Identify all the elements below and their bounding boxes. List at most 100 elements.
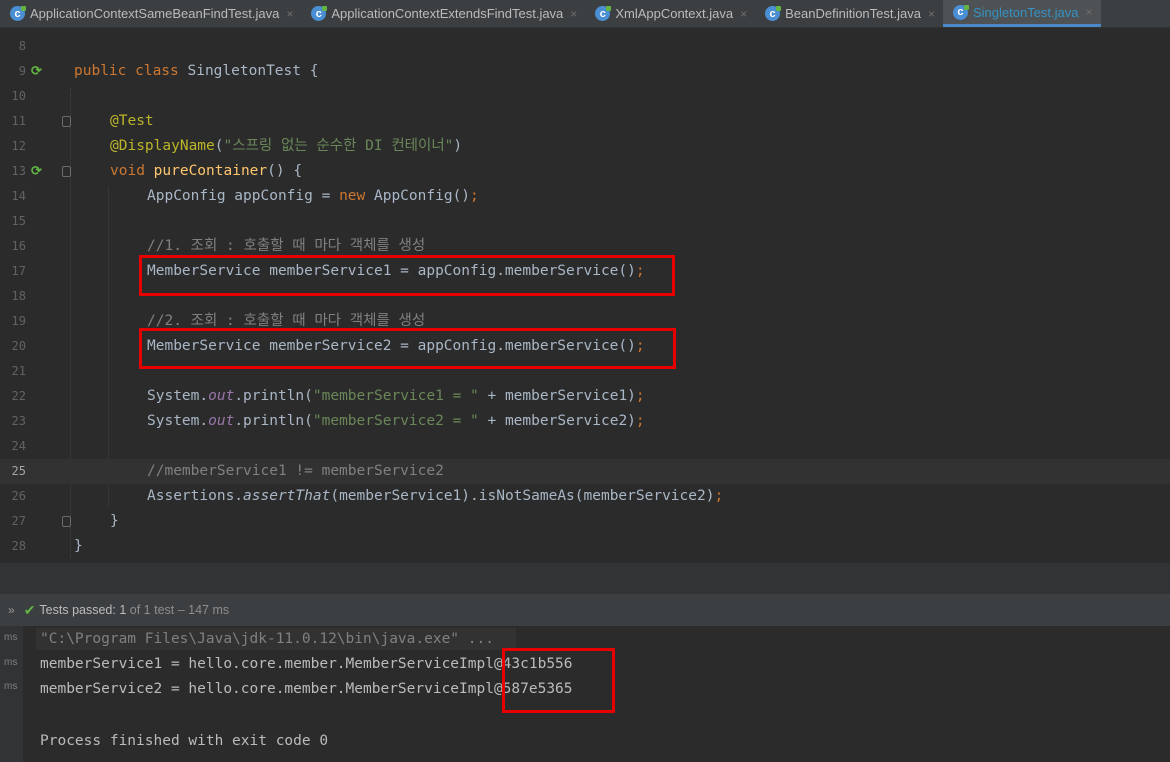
java-class-icon: c (311, 6, 328, 21)
tab-label: BeanDefinitionTest.java (785, 6, 921, 21)
static-field: out (208, 388, 235, 404)
highlight-box-line20 (139, 328, 676, 369)
java-class-icon: c (765, 6, 782, 21)
tab-bean-definition-test[interactable]: c BeanDefinitionTest.java × (755, 0, 943, 27)
semicolon: ; (635, 388, 645, 404)
line-number: 10 (11, 89, 26, 103)
tab-singleton-test[interactable]: c SingletonTest.java × (942, 0, 1101, 27)
highlight-box-line17 (139, 255, 675, 296)
code-line: 15 (0, 209, 1170, 234)
close-icon[interactable]: × (1086, 5, 1093, 19)
code-token: () { (267, 163, 303, 179)
annotation: @DisplayName (110, 138, 215, 154)
code-token: .println( (234, 388, 313, 404)
code-token: (memberService1).isNotSameAs(memberServi… (330, 488, 715, 504)
semicolon: ; (470, 188, 479, 204)
fold-icon[interactable] (62, 116, 71, 127)
close-icon[interactable]: × (286, 7, 293, 21)
code-line-current: 25 //memberService1 != memberService2 (0, 459, 1170, 484)
line-number: 23 (11, 414, 26, 428)
console-output-line: memberService1 = hello.core.member.Membe… (40, 656, 573, 672)
code-token: } (74, 538, 83, 554)
code-line: 10 (0, 84, 1170, 109)
line-number: 13 (11, 164, 26, 178)
console-gutter: ms ms ms (0, 626, 23, 762)
code-token: .println( (234, 413, 313, 429)
panel-separator[interactable] (0, 563, 1170, 595)
code-text: @Test (110, 109, 154, 134)
semicolon: ; (635, 413, 645, 429)
expand-chevron-icon[interactable]: » (8, 603, 15, 617)
tab-application-context-same-bean-find-test[interactable]: c ApplicationContextSameBeanFindTest.jav… (0, 0, 301, 27)
code-token: + memberService2) (478, 413, 636, 429)
code-token: ( (214, 138, 224, 154)
java-class-icon: c (10, 6, 26, 21)
keyword: new (339, 188, 366, 204)
code-line: 12 @DisplayName("스프링 없는 순수한 DI 컨테이너") (0, 134, 1170, 159)
code-editor[interactable]: 8 9 ⟳ public class SingletonTest { 10 11… (0, 28, 1170, 563)
line-number: 25 (11, 464, 26, 478)
tab-label: SingletonTest.java (972, 4, 1079, 20)
code-line: 22 System.out.println("memberService1 = … (0, 384, 1170, 409)
code-line: 24 (0, 434, 1170, 459)
tab-label: ApplicationContextExtendsFindTest.java (331, 6, 564, 21)
tab-application-context-extends-find-test[interactable]: c ApplicationContextExtendsFindTest.java… (301, 0, 585, 27)
tab-xml-app-context[interactable]: c XmlAppContext.java × (585, 0, 755, 27)
comment: //memberService1 != memberService2 (147, 463, 444, 479)
line-number: 8 (18, 39, 26, 53)
tests-detail: of 1 test – 147 ms (129, 603, 230, 617)
code-line: 28 } (0, 534, 1170, 559)
tab-label: XmlAppContext.java (615, 6, 734, 21)
run-gutter-icon[interactable]: ⟳ (31, 64, 45, 79)
line-number: 9 (18, 64, 26, 78)
line-number: 21 (11, 364, 26, 378)
static-field: out (208, 413, 235, 429)
line-number: 17 (11, 264, 26, 278)
semicolon: ; (714, 488, 724, 504)
fold-icon[interactable] (62, 516, 71, 527)
method-name: pureContainer (153, 163, 268, 179)
line-number: 14 (11, 189, 26, 203)
code-text: System.out.println("memberService1 = " +… (147, 384, 645, 409)
timing-label: ms (4, 681, 18, 692)
keyword: public class (74, 63, 179, 79)
string-literal: "memberService1 = " (312, 388, 479, 404)
close-icon[interactable]: × (570, 7, 577, 21)
tests-passed-label: Tests passed: (39, 603, 116, 617)
tab-label: ApplicationContextSameBeanFindTest.java (30, 6, 280, 21)
string-literal: "스프링 없는 순수한 DI 컨테이너" (223, 138, 454, 154)
code-line: 27 } (0, 509, 1170, 534)
line-number: 22 (11, 389, 26, 403)
code-line: 9 ⟳ public class SingletonTest { (0, 59, 1170, 84)
test-status-bar: » ✔ Tests passed: 1 of 1 test – 147 ms (0, 594, 1170, 626)
code-text: System.out.println("memberService2 = " +… (147, 409, 645, 434)
code-text: public class SingletonTest { (74, 59, 318, 84)
close-icon[interactable]: × (740, 7, 747, 21)
line-number: 16 (11, 239, 26, 253)
code-line: 13 ⟳ void pureContainer() { (0, 159, 1170, 184)
java-class-icon: c (952, 4, 969, 20)
line-number: 11 (11, 114, 26, 128)
code-text: Assertions.assertThat(memberService1).is… (147, 484, 723, 509)
line-number: 15 (11, 214, 26, 228)
timing-label: ms (4, 657, 18, 668)
code-token: AppConfig appConfig = (147, 188, 340, 204)
code-token: System. (147, 388, 209, 404)
timing-label: ms (4, 632, 18, 643)
annotation: @Test (110, 113, 154, 129)
line-number: 24 (11, 439, 26, 453)
console-output-line: "C:\Program Files\Java\jdk-11.0.12\bin\j… (40, 631, 494, 647)
fold-icon[interactable] (62, 166, 71, 177)
java-class-icon: c (595, 6, 612, 21)
code-text: AppConfig appConfig = new AppConfig(); (147, 184, 479, 209)
run-gutter-icon[interactable]: ⟳ (31, 164, 45, 179)
line-number: 19 (11, 314, 26, 328)
code-token: + memberService1) (478, 388, 636, 404)
line-number: 20 (11, 339, 26, 353)
code-text: void pureContainer() { (110, 159, 302, 184)
highlight-box-hashcodes (502, 648, 615, 713)
keyword: void (110, 163, 145, 179)
code-line: 14 AppConfig appConfig = new AppConfig()… (0, 184, 1170, 209)
close-icon[interactable]: × (928, 7, 935, 21)
tests-passed-count: 1 (119, 603, 127, 617)
